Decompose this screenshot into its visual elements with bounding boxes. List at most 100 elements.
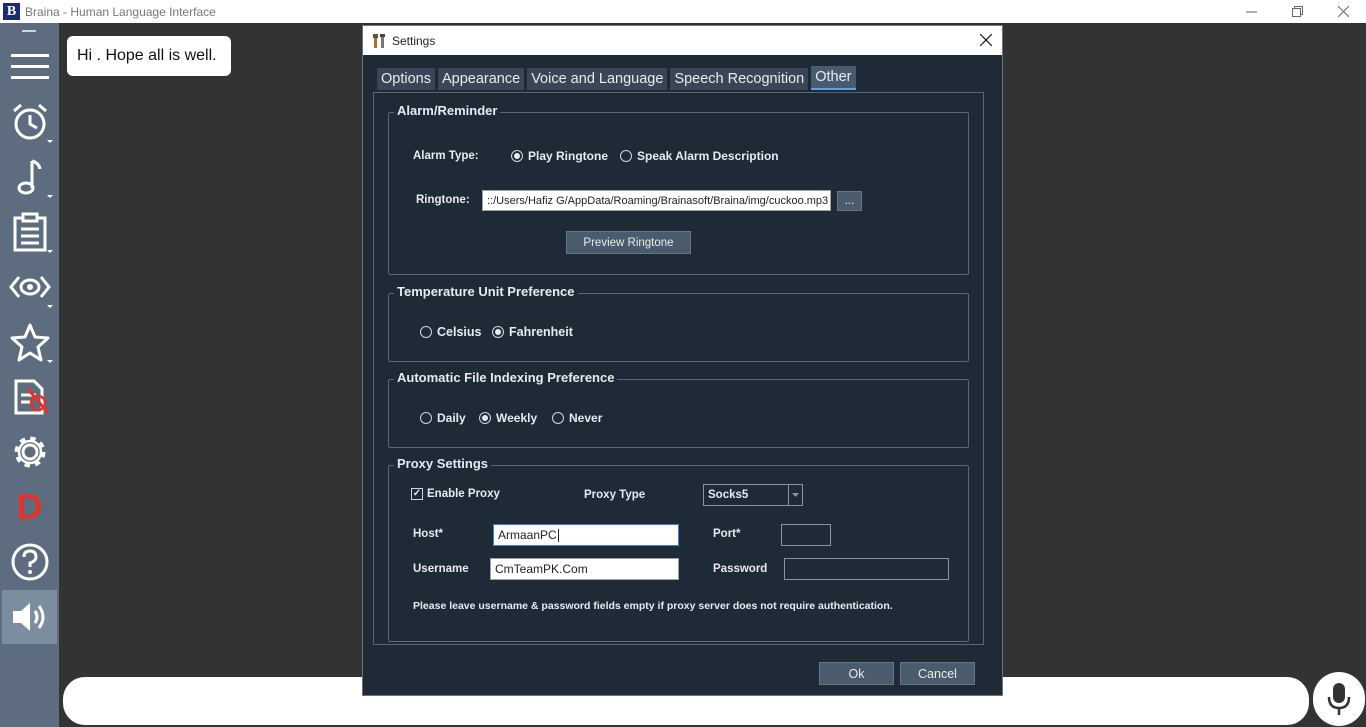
window-titlebar: B Braina - Human Language Interface [0,0,1366,23]
radio-celsius[interactable]: Celsius [420,325,481,339]
radio-label: Play Ringtone [528,149,609,163]
ringtone-path-field[interactable]: ::/Users/Hafiz G/AppData/Roaming/Brainas… [482,190,831,211]
radio-label: Celsius [437,325,482,339]
sidebar-item-favorites[interactable] [2,315,57,369]
file-off-icon [14,379,49,415]
browse-ringtone-button[interactable]: ... [837,191,862,211]
close-icon [980,34,992,46]
tab-speech-recognition[interactable]: Speech Recognition [670,68,809,90]
checkbox-check-icon: ✓ [411,488,423,500]
close-window-button[interactable] [1320,0,1366,23]
password-label: Password [713,563,768,575]
password-field[interactable] [784,558,949,580]
proxy-type-label: Proxy Type [584,489,646,501]
host-label: Host* [413,528,444,540]
proxy-settings-group: Proxy Settings ✓ Enable Proxy Proxy Type… [388,456,969,642]
sidebar-item-notes[interactable] [2,205,57,259]
star-icon [10,323,49,362]
other-tab-panel: Alarm/Reminder Alarm Type: Play Ringtone… [373,92,984,645]
cancel-button[interactable]: Cancel [900,662,975,685]
dialog-titlebar: Settings [363,26,1002,55]
radio-label: Weekly [496,411,538,425]
tab-other[interactable]: Other [811,66,856,90]
code-eye-icon [8,276,51,298]
tools-icon [373,33,385,48]
port-field[interactable] [781,524,831,546]
alarm-type-label: Alarm Type: [413,150,479,162]
gear-icon [14,436,45,468]
close-icon [1337,6,1349,17]
file-indexing-label: Automatic File Indexing Preference [394,370,618,385]
radio-indicator [420,326,432,338]
radio-label: Fahrenheit [509,325,573,339]
radio-label: Daily [437,411,466,425]
app-logo: B [3,3,20,20]
dialog-title: Settings [392,33,436,48]
settings-tabs: Options Appearance Voice and Language Sp… [377,66,856,90]
radio-label: Never [569,411,603,425]
proxy-auth-note: Please leave username & password fields … [413,600,893,612]
sidebar-item-speaker[interactable] [2,590,57,644]
port-label: Port* [713,528,741,540]
radio-fahrenheit[interactable]: Fahrenheit [492,325,573,339]
preview-ringtone-button[interactable]: Preview Ringtone [566,231,691,254]
radio-indicator [552,412,564,424]
tab-options[interactable]: Options [377,68,435,90]
checkbox-label: Enable Proxy [427,488,500,500]
menu-icon [10,54,49,79]
sidebar-item-music[interactable] [2,150,57,204]
alarm-reminder-label: Alarm/Reminder [394,103,501,118]
chevron-down-icon [788,485,802,505]
speaker-icon [12,603,44,631]
radio-daily[interactable]: Daily [420,411,466,425]
restore-button[interactable] [1274,0,1320,23]
microphone-button[interactable] [1313,672,1365,726]
radio-indicator [420,412,432,424]
restore-icon [1291,6,1303,17]
alarm-clock-icon [12,103,47,140]
proxy-settings-label: Proxy Settings [394,456,492,471]
radio-indicator [511,150,523,162]
tab-voice-and-language[interactable]: Voice and Language [527,68,668,90]
sidebar-item-alarm[interactable] [2,95,57,149]
tab-appearance[interactable]: Appearance [437,68,525,90]
radio-weekly[interactable]: Weekly [479,411,537,425]
radio-indicator [492,326,504,338]
radio-indicator [479,412,491,424]
temperature-unit-group: Temperature Unit Preference Celsius Fahr… [388,284,969,362]
sidebar-item-menu[interactable] [2,40,57,94]
ok-button[interactable]: Ok [819,662,894,685]
host-value: ArmaanPC [498,528,557,542]
music-note-icon [17,159,41,195]
enable-proxy-checkbox[interactable]: ✓ Enable Proxy [411,488,500,500]
file-indexing-group: Automatic File Indexing Preference Daily… [388,370,969,448]
sidebar: D [0,23,59,727]
sidebar-item-d[interactable]: D [2,480,57,534]
sidebar-item-settings[interactable] [2,425,57,479]
sidebar-grip[interactable] [22,30,36,32]
radio-play-ringtone[interactable]: Play Ringtone [511,149,608,163]
username-field[interactable]: CmTeamPK.Com [490,558,679,580]
d-letter-icon: D [16,486,43,527]
temperature-unit-label: Temperature Unit Preference [394,284,578,299]
proxy-type-select[interactable]: Socks5 [703,484,803,506]
microphone-icon [1327,683,1351,715]
host-field[interactable]: ArmaanPC [493,524,679,546]
help-icon [11,543,48,581]
minimize-icon [1245,11,1257,13]
radio-indicator [620,150,632,162]
proxy-type-value: Socks5 [708,489,749,501]
window-title: Braina - Human Language Interface [25,4,216,19]
ringtone-label: Ringtone: [416,194,470,206]
minimize-button[interactable] [1228,0,1274,23]
chat-message-bubble: Hi . Hope all is well. [67,36,231,76]
sidebar-item-file-off[interactable] [2,370,57,424]
radio-label: Speak Alarm Description [637,149,779,163]
notes-icon [13,212,46,252]
sidebar-item-watch[interactable] [2,260,57,314]
radio-never[interactable]: Never [552,411,602,425]
alarm-reminder-group: Alarm/Reminder Alarm Type: Play Ringtone… [388,103,969,275]
sidebar-item-help[interactable] [2,535,57,589]
radio-speak-alarm-description[interactable]: Speak Alarm Description [620,149,779,163]
dialog-close-button[interactable] [976,30,996,50]
